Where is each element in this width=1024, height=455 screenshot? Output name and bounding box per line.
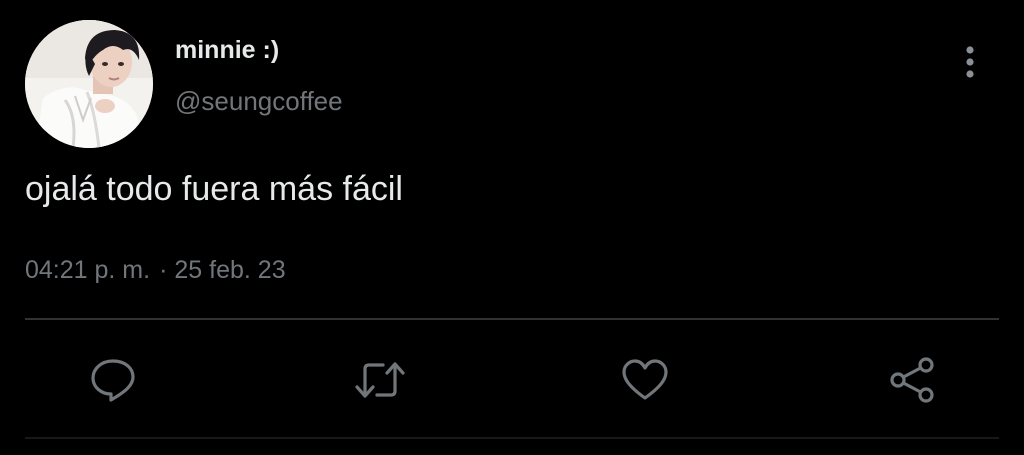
share-button[interactable]: [884, 352, 940, 408]
tweet-date: 25 feb. 23: [174, 256, 286, 284]
author-handle[interactable]: @seungcoffee: [175, 86, 343, 117]
retweet-button[interactable]: [352, 352, 408, 408]
reply-icon: [91, 359, 135, 402]
divider: [25, 318, 999, 320]
tweet-detail: minnie :) @seungcoffee ojalá todo fuera …: [0, 0, 1024, 455]
meta-separator: ·: [159, 256, 168, 284]
author-display-name[interactable]: minnie :): [175, 36, 279, 65]
avatar-photo: [25, 20, 153, 148]
bottom-divider: [25, 437, 999, 439]
retweet-icon: [355, 362, 405, 398]
more-options-button[interactable]: [950, 38, 990, 86]
like-button[interactable]: [617, 352, 673, 408]
tweet-text: ojalá todo fuera más fácil: [25, 170, 403, 208]
heart-icon: [622, 359, 668, 400]
tweet-time: 04:21 p. m.: [25, 256, 151, 284]
reply-button[interactable]: [85, 352, 141, 408]
avatar[interactable]: [25, 20, 153, 148]
more-vertical-icon: [966, 46, 974, 78]
tweet-timestamp[interactable]: 04:21 p. m. · 25 feb. 23: [25, 256, 286, 285]
share-icon: [890, 357, 934, 403]
